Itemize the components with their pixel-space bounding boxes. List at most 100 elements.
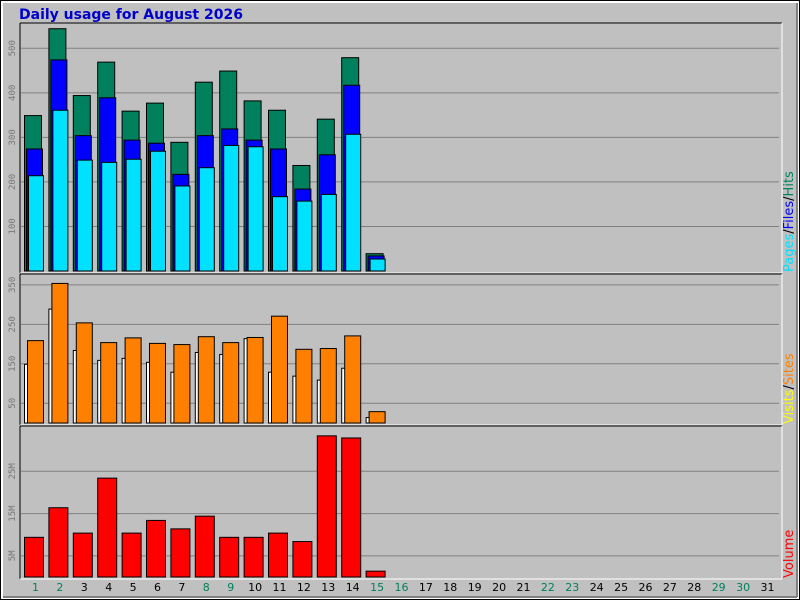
- bar-volume: [97, 477, 118, 578]
- y-tick-label: 25M: [8, 463, 18, 480]
- x-tick-label: 6: [154, 581, 161, 594]
- x-tick-label: 27: [663, 581, 677, 594]
- x-tick-label: 31: [761, 581, 775, 594]
- bar-volume: [341, 437, 362, 578]
- bar-visits: [368, 411, 386, 424]
- bar-volume: [146, 519, 166, 578]
- y-tick-label: 150: [8, 356, 18, 372]
- usage-chart: 100 200 300 400 500 Pages/Files/Hits 50 150 250 3…: [0, 0, 800, 600]
- y-tick-label: 100: [8, 218, 18, 234]
- bar-visits: [295, 348, 313, 424]
- x-tick-label: 13: [321, 581, 335, 594]
- bar-visits: [173, 344, 191, 424]
- x-tick-label: 8: [203, 581, 210, 594]
- bar-pages: [345, 133, 362, 272]
- x-tick-label: 3: [81, 581, 88, 594]
- bar-volume: [72, 532, 93, 578]
- bar-pages: [272, 196, 288, 272]
- y-tick-label: 15M: [8, 505, 18, 522]
- y-tick-label: 200: [8, 174, 18, 190]
- bar-pages: [296, 200, 313, 272]
- bar-pages: [150, 150, 166, 272]
- x-tick-label: 26: [639, 581, 653, 594]
- x-tick-label: 18: [443, 581, 457, 594]
- bar-volume: [365, 570, 386, 578]
- bar-pages: [76, 159, 93, 272]
- bar-visits: [75, 322, 93, 424]
- x-tick-label: 7: [178, 581, 185, 594]
- bar-volume: [219, 536, 240, 578]
- y-tick-label: 400: [8, 85, 18, 101]
- bar-pages: [369, 258, 386, 272]
- bar-pages: [28, 175, 44, 272]
- y-tick-label: 250: [8, 316, 18, 332]
- y-tick-label: 50: [8, 398, 18, 409]
- bar-volume: [268, 532, 288, 578]
- panel-label-part: Hits: [782, 171, 797, 196]
- x-tick-label: 19: [468, 581, 482, 594]
- x-tick-label: 29: [712, 581, 726, 594]
- x-tick-label: 23: [565, 581, 579, 594]
- panel-usage: 100 200 300 400 500 Pages/Files/Hits: [8, 22, 797, 274]
- panel-label-part: Pages: [782, 234, 797, 272]
- x-tick-label: 22: [541, 581, 555, 594]
- bar-pages: [125, 158, 142, 272]
- x-tick-label: 10: [248, 581, 262, 594]
- x-tick-label: 5: [130, 581, 137, 594]
- x-tick-label: 17: [419, 581, 433, 594]
- bar-visits: [271, 315, 288, 424]
- x-tick-label: 9: [227, 581, 234, 594]
- y-tick-label: 300: [8, 129, 18, 145]
- bar-pages: [174, 185, 191, 272]
- bar-volume: [121, 532, 142, 578]
- bar-pages: [101, 161, 118, 272]
- x-tick-label: 24: [590, 581, 604, 594]
- bar-visits: [100, 342, 118, 424]
- bar-pages: [223, 144, 240, 272]
- bar-visits: [124, 337, 142, 424]
- chart-title: Daily usage for August 2026: [19, 7, 243, 23]
- bar-pages: [52, 109, 69, 272]
- x-tick-label: 2: [56, 581, 63, 594]
- y-tick-label: 5M: [8, 550, 18, 561]
- x-tick-label: 4: [105, 581, 112, 594]
- x-tick-label: 1: [32, 581, 39, 594]
- x-tick-label: 25: [614, 581, 628, 594]
- bar-visits: [344, 335, 362, 424]
- bar-visits: [51, 282, 69, 424]
- panel-volume-label: Volume: [782, 530, 797, 578]
- panel-label-part: Sites: [782, 353, 797, 385]
- panel-visits-label: Visits/Sites: [782, 353, 797, 424]
- y-tick-label: 500: [8, 40, 18, 56]
- panel-volume: 5M 15M 25M Volume: [8, 425, 797, 580]
- x-tick-label: 21: [517, 581, 531, 594]
- bar-pages: [247, 146, 264, 272]
- panel-usage-label: Pages/Files/Hits: [782, 171, 797, 272]
- x-tick-label: 15: [370, 581, 384, 594]
- bar-visits: [319, 348, 337, 424]
- x-tick-label: 11: [273, 581, 287, 594]
- bar-volume: [316, 435, 337, 578]
- bar-pages: [198, 167, 215, 272]
- bar-volume: [243, 536, 264, 578]
- bar-visits: [197, 336, 215, 424]
- bar-volume: [194, 515, 215, 578]
- x-tick-label: 12: [297, 581, 311, 594]
- bar-volume: [24, 536, 44, 578]
- panel-label-part: Volume: [782, 530, 797, 578]
- bar-visits: [27, 340, 44, 424]
- bar-visits: [222, 342, 240, 424]
- y-tick-label: 350: [8, 277, 18, 293]
- x-tick-label: 14: [346, 581, 360, 594]
- x-tick-label: 30: [736, 581, 750, 594]
- panel-label-part: Files: [782, 201, 797, 230]
- bar-pages: [320, 193, 337, 272]
- x-tick-label: 28: [687, 581, 701, 594]
- bar-volume: [48, 507, 69, 578]
- chart-frame: 100 200 300 400 500 Pages/Files/Hits 50 150 250 3…: [0, 0, 800, 600]
- bar-volume: [170, 528, 191, 578]
- x-tick-label: 16: [395, 581, 409, 594]
- bar-volume: [292, 541, 313, 578]
- x-tick-label: 20: [492, 581, 506, 594]
- bar-visits: [149, 342, 166, 424]
